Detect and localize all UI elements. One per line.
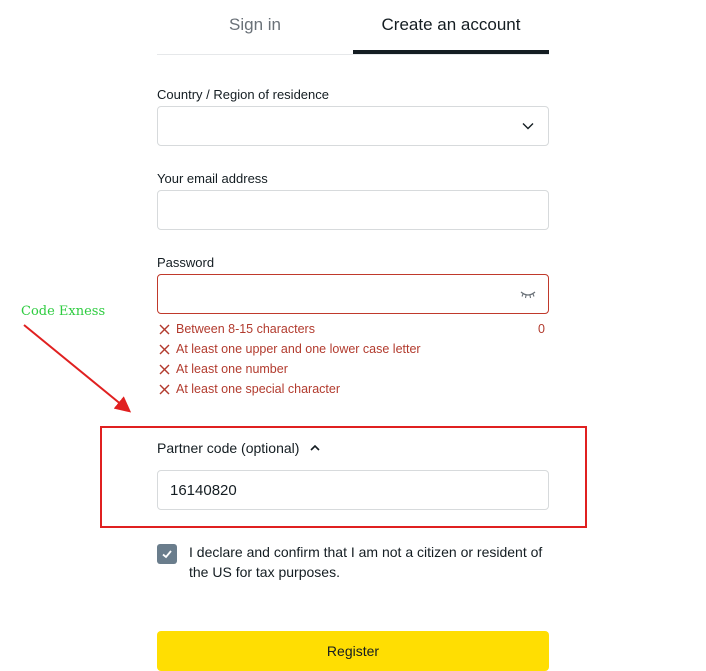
auth-tabs: Sign in Create an account	[157, 0, 549, 55]
chevron-down-icon	[522, 123, 534, 130]
tab-sign-in[interactable]: Sign in	[157, 0, 353, 54]
password-rule: At least one upper and one lower case le…	[159, 342, 421, 356]
password-rule-text: At least one upper and one lower case le…	[176, 342, 421, 356]
partner-code-toggle[interactable]: Partner code (optional)	[157, 440, 321, 456]
country-input[interactable]	[158, 107, 522, 145]
declaration-text: I declare and confirm that I am not a ci…	[189, 544, 543, 580]
password-length-counter: 0	[538, 322, 545, 336]
password-field[interactable]	[157, 274, 549, 314]
password-rule-text: At least one number	[176, 362, 288, 376]
x-mark-icon	[159, 384, 170, 394]
password-rule-text: At least one special character	[176, 382, 340, 396]
x-mark-icon	[159, 364, 170, 374]
password-label: Password	[157, 255, 215, 270]
password-rule: At least one number	[159, 362, 288, 376]
declaration-checkbox[interactable]	[157, 544, 177, 564]
register-button[interactable]: Register	[157, 631, 549, 671]
x-mark-icon	[159, 344, 170, 354]
country-select[interactable]	[157, 106, 549, 146]
tab-create-account[interactable]: Create an account	[353, 0, 549, 54]
country-label: Country / Region of residence	[157, 87, 329, 102]
partner-code-label: Partner code (optional)	[157, 440, 300, 456]
partner-code-field[interactable]	[157, 470, 549, 510]
chevron-up-icon	[310, 444, 320, 451]
annotation-label: Code Exness	[21, 304, 106, 319]
checkmark-icon	[162, 550, 172, 559]
password-rule: At least one special character	[159, 382, 340, 396]
x-mark-icon	[159, 324, 170, 334]
password-rule: Between 8-15 characters	[159, 322, 315, 336]
password-input[interactable]	[158, 275, 522, 313]
partner-code-input[interactable]	[158, 471, 522, 509]
eye-closed-icon[interactable]	[520, 288, 536, 300]
email-input[interactable]	[158, 191, 522, 229]
email-label: Your email address	[157, 171, 268, 186]
password-rule-text: Between 8-15 characters	[176, 322, 315, 336]
email-field[interactable]	[157, 190, 549, 230]
